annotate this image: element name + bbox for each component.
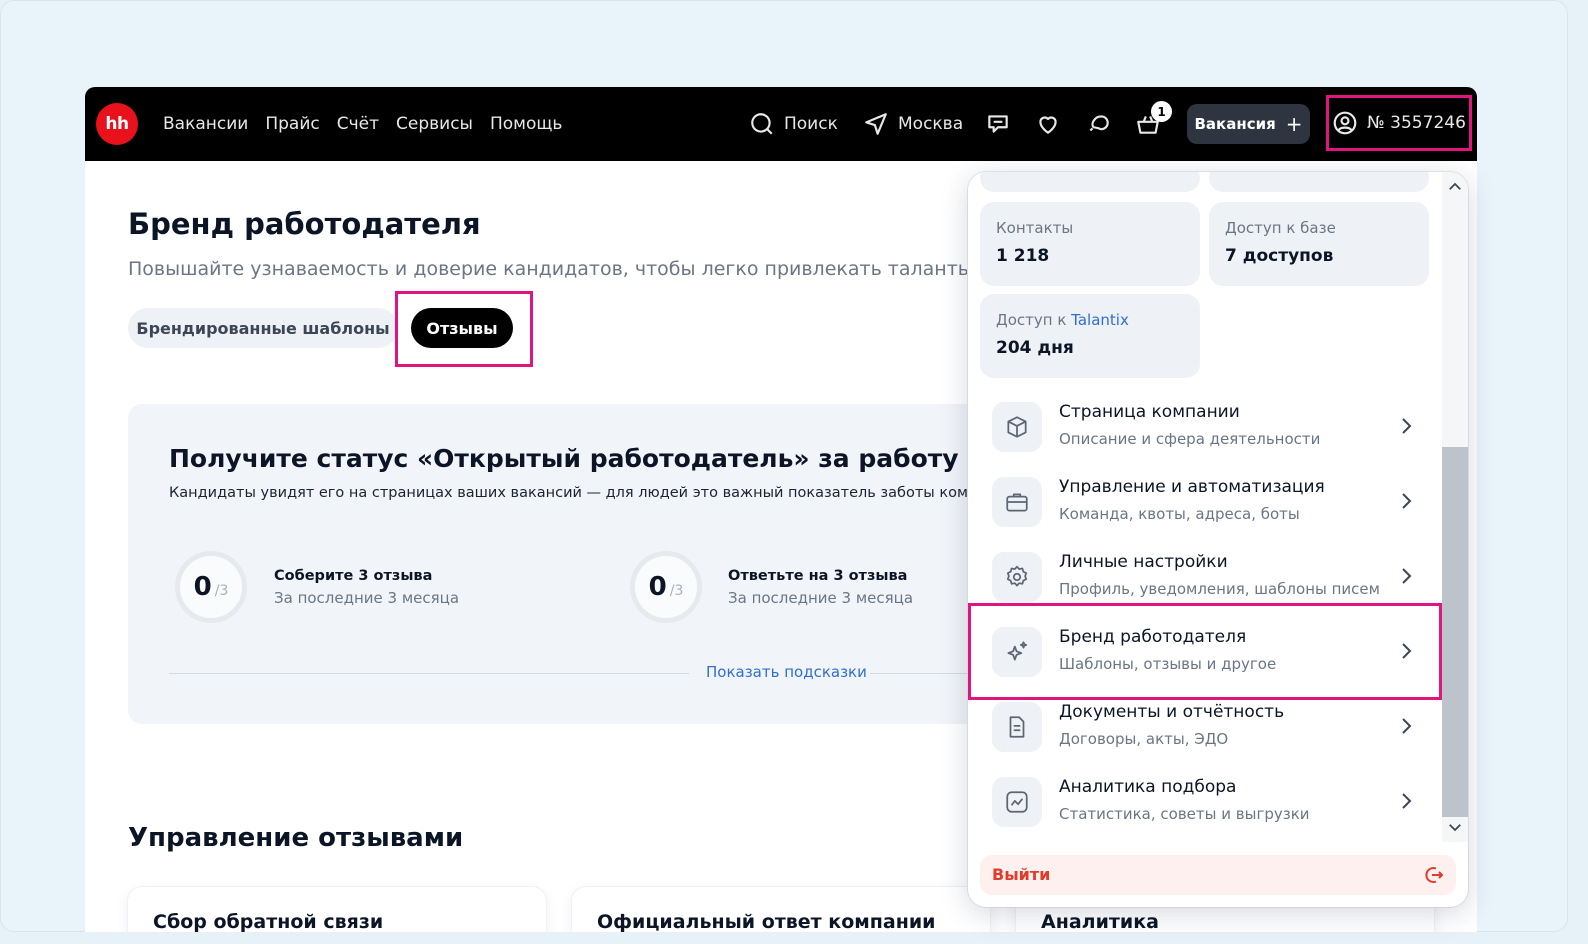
show-hints-link[interactable]: Показать подсказки	[698, 663, 875, 681]
nav-invoice[interactable]: Счёт	[337, 114, 379, 134]
tile-contacts[interactable]: Контакты 1 218	[980, 202, 1200, 286]
nav-help[interactable]: Помощь	[490, 114, 562, 134]
plus-icon: +	[1285, 112, 1303, 136]
cube-icon	[992, 402, 1042, 452]
logout-icon	[1425, 867, 1443, 883]
favorites-button[interactable]	[1035, 87, 1061, 161]
progress-total: /3	[669, 583, 684, 599]
cart-count-badge: 1	[1151, 101, 1172, 122]
feedback-collection-card[interactable]: Сбор обратной связи	[128, 887, 546, 932]
chevron-up-icon[interactable]	[1446, 178, 1464, 196]
scrollbar-thumb[interactable]	[1442, 447, 1468, 817]
goal-title: Соберите 3 отзыва	[274, 568, 433, 584]
menu-item-subtitle: Описание и сфера деятельности	[1059, 430, 1321, 448]
chevron-right-icon	[1402, 568, 1412, 584]
menu-item-company-page[interactable]: Страница компании Описание и сфера деяте…	[968, 390, 1440, 465]
tile-partial	[1209, 172, 1429, 192]
tile-label: Контакты	[996, 219, 1074, 237]
city-button[interactable]: Москва	[863, 87, 963, 161]
account-dropdown-menu: Контакты 1 218 Доступ к базе 7 доступов …	[968, 172, 1468, 907]
tile-label-text: Доступ к	[996, 311, 1072, 329]
logout-label: Выйти	[992, 865, 1051, 884]
top-bar: hh Вакансии Прайс Счёт Сервисы Помощь По…	[85, 87, 1477, 161]
menu-item-subtitle: Договоры, акты, ЭДО	[1059, 730, 1229, 748]
progress-ring-collect: 0 /3	[175, 551, 247, 623]
menu-item-management[interactable]: Управление и автоматизация Команда, квот…	[968, 465, 1440, 540]
tab-branded-templates-label: Брендированные шаблоны	[136, 318, 390, 338]
menu-item-recruiting-analytics[interactable]: Аналитика подбора Статистика, советы и в…	[968, 765, 1440, 840]
nav-price[interactable]: Прайс	[265, 114, 319, 134]
card-title: Официальный ответ компании	[597, 911, 936, 932]
tile-label: Доступ к базе	[1225, 219, 1336, 237]
tab-reviews[interactable]: Отзывы	[411, 308, 513, 348]
tile-value: 7 доступов	[1225, 246, 1334, 266]
search-label: Поиск	[784, 114, 838, 134]
progress-count: 0	[193, 572, 212, 602]
chat-button[interactable]	[985, 87, 1011, 161]
briefcase-icon	[992, 477, 1042, 527]
menu-item-title: Аналитика подбора	[1059, 777, 1237, 797]
bell-icon	[1086, 111, 1112, 137]
progress-ring-answer: 0 /3	[630, 551, 702, 623]
nav-services[interactable]: Сервисы	[396, 114, 473, 134]
chat-icon	[985, 111, 1011, 137]
tile-value: 1 218	[996, 246, 1050, 266]
card-title: Сбор обратной связи	[153, 911, 384, 932]
goal-subtitle: За последние 3 месяца	[728, 589, 914, 607]
account-number: № 3557246	[1367, 113, 1466, 133]
menu-item-title: Управление и автоматизация	[1059, 477, 1325, 497]
official-reply-card[interactable]: Официальный ответ компании	[572, 887, 990, 932]
notifications-button[interactable]	[1086, 87, 1112, 161]
menu-item-subtitle: Статистика, советы и выгрузки	[1059, 805, 1310, 823]
tile-talantix-access[interactable]: Доступ к Talantix 204 дня	[980, 294, 1200, 378]
menu-item-subtitle: Профиль, уведомления, шаблоны писем	[1059, 580, 1380, 598]
create-vacancy-label: Вакансия	[1194, 115, 1276, 133]
highlight-frame-employer-brand	[968, 603, 1442, 700]
menu-item-documents[interactable]: Документы и отчётность Договоры, акты, Э…	[968, 690, 1440, 765]
tile-database-access[interactable]: Доступ к базе 7 доступов	[1209, 202, 1429, 286]
nav-vacancies[interactable]: Вакансии	[163, 114, 248, 134]
goal-subtitle: За последние 3 месяца	[274, 589, 460, 607]
chevron-right-icon	[1402, 793, 1412, 809]
chart-icon	[992, 777, 1042, 827]
menu-item-title: Личные настройки	[1059, 552, 1228, 572]
divider-line	[169, 673, 689, 674]
location-arrow-icon	[863, 111, 889, 137]
search-button[interactable]: Поиск	[749, 87, 838, 161]
tile-label: Доступ к Talantix	[996, 311, 1129, 329]
cart-button[interactable]	[1135, 87, 1161, 161]
logout-button[interactable]: Выйти	[980, 855, 1456, 895]
hh-logo[interactable]: hh	[96, 103, 138, 145]
chevron-down-icon[interactable]	[1446, 818, 1464, 836]
tab-branded-templates[interactable]: Брендированные шаблоны	[128, 308, 398, 348]
chevron-right-icon	[1402, 493, 1412, 509]
page-subtitle: Повышайте узнаваемость и доверие кандида…	[128, 258, 973, 280]
logo-text: hh	[105, 114, 129, 134]
chevron-right-icon	[1402, 718, 1412, 734]
user-circle-icon	[1332, 110, 1358, 136]
document-icon	[992, 702, 1042, 752]
goal-title: Ответьте на 3 отзыва	[728, 568, 908, 584]
account-button[interactable]: № 3557246	[1326, 95, 1472, 151]
menu-item-subtitle: Команда, квоты, адреса, боты	[1059, 505, 1300, 523]
reviews-management-title: Управление отзывами	[128, 823, 464, 853]
search-icon	[749, 111, 775, 137]
tile-partial	[980, 172, 1200, 192]
progress-total: /3	[214, 583, 229, 599]
tab-reviews-label: Отзывы	[426, 318, 498, 338]
chevron-right-icon	[1402, 418, 1412, 434]
city-label: Москва	[898, 114, 964, 134]
menu-item-title: Документы и отчётность	[1059, 702, 1285, 722]
progress-count: 0	[648, 572, 667, 602]
talantix-link[interactable]: Talantix	[1071, 311, 1129, 329]
tile-value: 204 дня	[996, 338, 1074, 358]
page-title: Бренд работодателя	[128, 207, 481, 241]
menu-item-title: Страница компании	[1059, 402, 1240, 422]
status-card-text: Кандидаты увидят его на страницах ваших …	[169, 485, 1015, 501]
gear-icon	[992, 552, 1042, 602]
create-vacancy-button[interactable]: Вакансия +	[1187, 104, 1310, 144]
card-title: Аналитика	[1041, 911, 1159, 932]
main-nav: Вакансии Прайс Счёт Сервисы Помощь	[163, 87, 562, 161]
heart-icon	[1035, 111, 1061, 137]
